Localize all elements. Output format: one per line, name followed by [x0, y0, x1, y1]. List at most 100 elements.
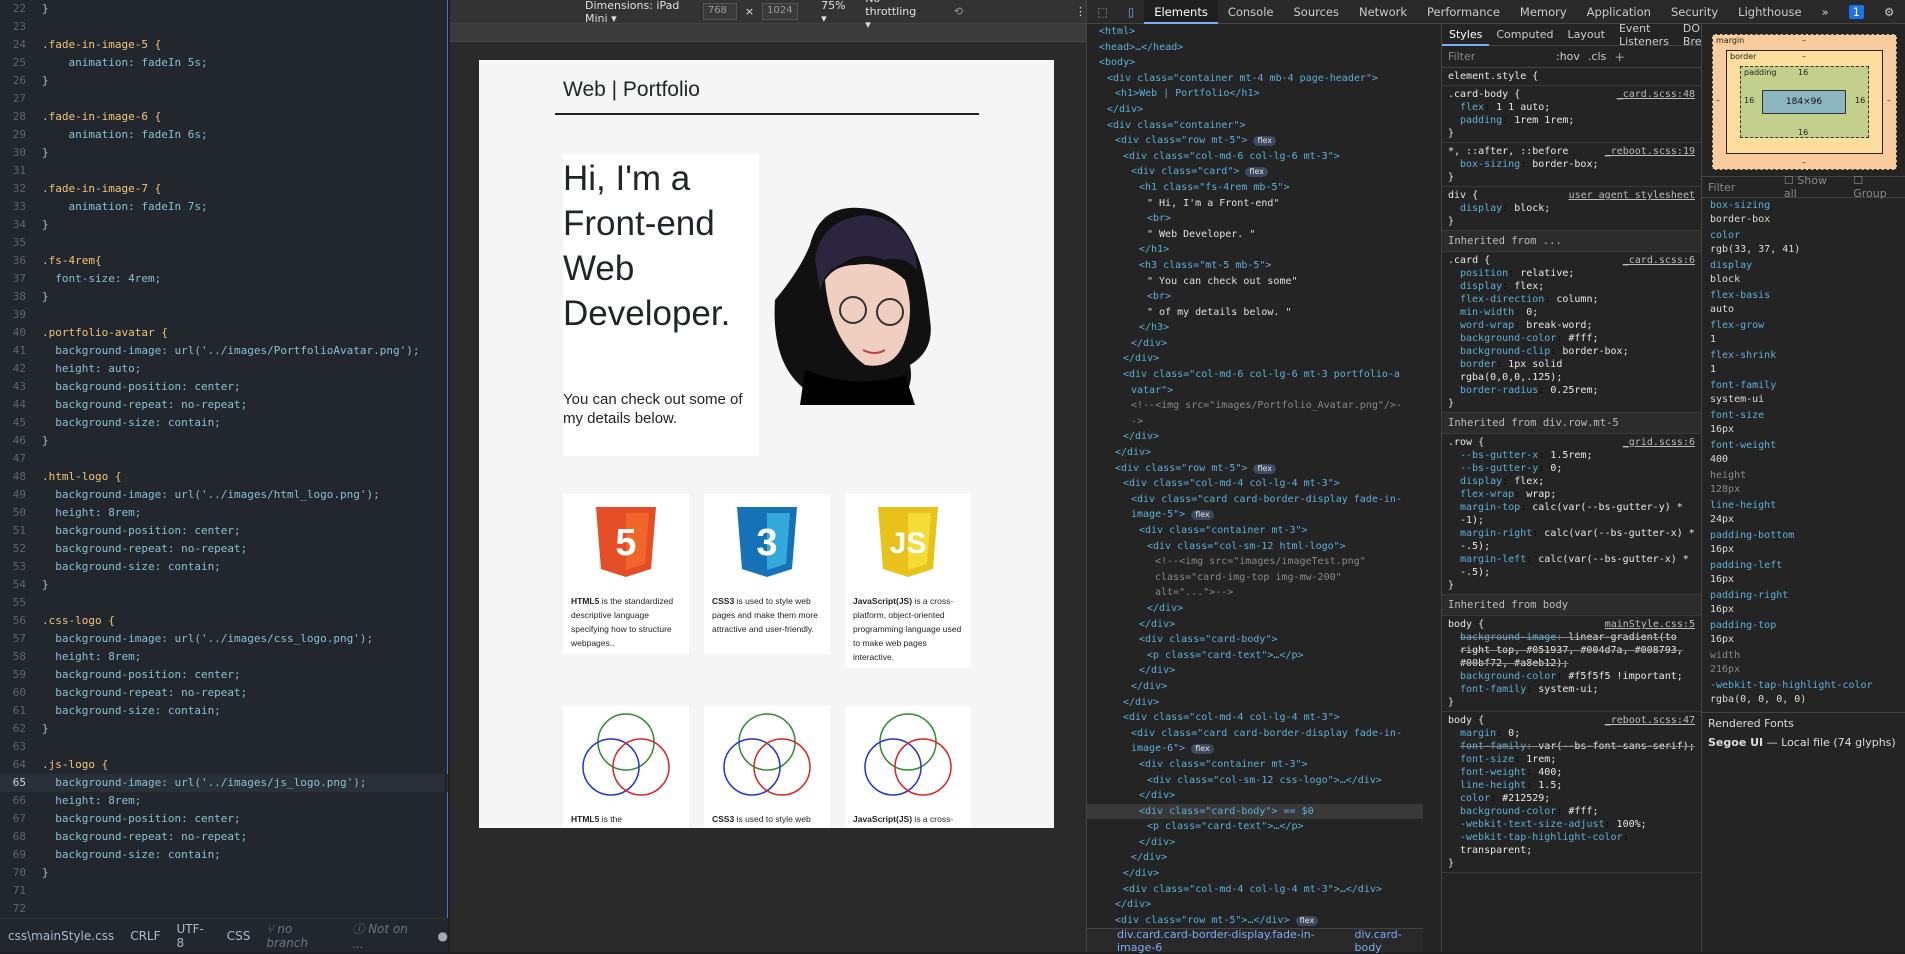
css-declaration[interactable]: background-image: linear-gradient(to rig… [1448, 631, 1695, 670]
code-line[interactable]: 59 background-position: center; [0, 666, 448, 684]
dom-node[interactable]: <div class="container mt-3"> [1087, 523, 1423, 539]
code-line[interactable]: 66 height: 8rem; [0, 792, 448, 810]
code-line[interactable]: 34} [0, 216, 448, 234]
cls-toggle[interactable]: .cls [1588, 50, 1606, 63]
dom-node[interactable]: <div class="col-md-6 col-lg-6 mt-3 portf… [1087, 367, 1423, 383]
dom-node[interactable]: </div> [1087, 601, 1423, 617]
css-declaration[interactable]: -webkit-text-size-adjust: 100%; [1448, 818, 1695, 831]
code-line[interactable]: 48 .html-logo { [0, 468, 448, 486]
css-declaration[interactable]: rgba(0,0,0,.125); [1448, 371, 1695, 384]
code-line[interactable]: 39 [0, 306, 448, 324]
dom-node[interactable]: vatar"> [1087, 383, 1423, 399]
flex-badge[interactable]: flex [1191, 744, 1214, 755]
box-model[interactable]: margin border padding 16 16 16 16 184×96… [1712, 34, 1897, 170]
dom-node[interactable]: <br> [1087, 211, 1423, 227]
rule-source-link[interactable]: _reboot.scss:19 [1605, 145, 1695, 158]
dom-node[interactable]: <div class="container mt-3"> [1087, 757, 1423, 773]
computed-property[interactable]: display block [1702, 258, 1905, 288]
flex-badge[interactable]: flex [1295, 915, 1319, 926]
dom-node[interactable]: <!--<img src="images/Portfolio_Avatar.pn… [1087, 398, 1423, 414]
dom-node[interactable]: </div> [1087, 897, 1423, 913]
dom-node[interactable]: </div> [1087, 788, 1423, 804]
css-rule[interactable]: _reboot.scss:47 body {margin: 0; font-fami… [1442, 712, 1701, 873]
dom-node[interactable]: <div class="container"> [1087, 118, 1423, 134]
code-line[interactable]: 44 background-repeat: no-repeat; [0, 396, 448, 414]
computed-property[interactable]: padding-bottom 16px [1702, 528, 1905, 558]
dom-node[interactable]: </div> [1087, 102, 1423, 118]
throttle-dropdown[interactable]: No throttling ▾ [865, 0, 924, 31]
dom-node[interactable]: <html> [1087, 24, 1423, 40]
code-line[interactable]: 56 .css-logo { [0, 612, 448, 630]
rule-source-link[interactable]: _reboot.scss:47 [1605, 714, 1695, 727]
css-declaration[interactable]: background-color: #fff; [1448, 332, 1695, 345]
code-line[interactable]: 63 [0, 738, 448, 756]
more-options-icon[interactable]: ⋮ [1075, 5, 1086, 18]
dom-node[interactable]: <div class="col-md-4 col-lg-4 mt-3"> [1087, 710, 1423, 726]
styles-subtab-layout[interactable]: Layout [1561, 28, 1612, 41]
code-line[interactable]: 26} [0, 72, 448, 90]
code-line[interactable]: 29 animation: fadeIn 6s; [0, 126, 448, 144]
dom-node[interactable]: </div> [1087, 617, 1423, 633]
css-declaration[interactable]: font-family: var(--bs-font-sans-serif); [1448, 740, 1695, 753]
css-rule[interactable]: user agent stylesheet div {display: block… [1442, 187, 1701, 231]
css-declaration[interactable]: word-wrap: break-word; [1448, 319, 1695, 332]
code-line[interactable]: 32 .fade-in-image-7 { [0, 180, 448, 198]
code-line[interactable]: 62} [0, 720, 448, 738]
styles-subtab-event-listeners[interactable]: Event Listeners [1612, 24, 1676, 48]
dom-node[interactable]: <h1>Web | Portfolio</h1> [1087, 86, 1423, 102]
elements-tree[interactable]: <html> <head>…</head> <body> <div class="co… [1087, 24, 1423, 928]
css-declaration[interactable]: border-radius: 0.25rem; [1448, 384, 1695, 397]
dom-node[interactable]: <h1 class="fs-4rem mb-5"> [1087, 180, 1423, 196]
dom-node[interactable]: image-6"> flex [1087, 741, 1423, 757]
css-declaration[interactable]: position: relative; [1448, 267, 1695, 280]
flex-badge[interactable]: flex [1253, 463, 1277, 474]
width-input[interactable]: 768 [702, 3, 737, 20]
css-declaration[interactable]: font-family: system-ui; [1448, 683, 1695, 696]
dom-node[interactable]: <head>…</head> [1087, 40, 1423, 56]
dom-node[interactable]: <div class="container mt-4 mb-4 page-hea… [1087, 71, 1423, 87]
github-icon[interactable]: ● [438, 929, 448, 943]
dom-node[interactable]: " Web Developer. " [1087, 227, 1423, 243]
dom-node[interactable]: <div class="card"> flex [1087, 164, 1423, 180]
dom-node[interactable]: " Hi, I'm a Front-end" [1087, 196, 1423, 212]
dom-node[interactable]: <div class="card card-border-display fad… [1087, 726, 1423, 742]
css-declaration[interactable]: margin-top: calc(var(--bs-gutter-y) * -1… [1448, 501, 1695, 527]
css-declaration[interactable]: display: block; [1448, 202, 1695, 215]
computed-property[interactable]: padding-right 16px [1702, 588, 1905, 618]
code-line[interactable]: 71 [0, 882, 448, 900]
css-declaration[interactable]: display: flex; [1448, 475, 1695, 488]
code-line[interactable]: 22} [0, 0, 448, 18]
dom-node[interactable]: <div class="col-md-4 col-lg-4 mt-3"> [1087, 476, 1423, 492]
css-declaration[interactable]: font-weight: 400; [1448, 766, 1695, 779]
tab-console[interactable]: Console [1218, 0, 1284, 24]
dom-node[interactable]: <body> [1087, 55, 1423, 71]
css-declaration[interactable]: margin-left: calc(var(--bs-gutter-x) * -… [1448, 553, 1695, 579]
computed-property[interactable]: -webkit-tap-highlight-color rgba(0, 0, 0,… [1702, 678, 1905, 708]
css-rule[interactable]: element.style { [1442, 68, 1701, 86]
css-declaration[interactable]: background-clip: border-box; [1448, 345, 1695, 358]
status-branch[interactable]: ⑂ no branch [266, 922, 336, 950]
flex-badge[interactable]: flex [1253, 136, 1277, 147]
code-line[interactable]: 28 .fade-in-image-6 { [0, 108, 448, 126]
tab-performance[interactable]: Performance [1417, 0, 1510, 24]
rule-source-link[interactable]: _grid.scss:6 [1623, 436, 1695, 449]
code-line[interactable]: 70} [0, 864, 448, 882]
new-rule-icon[interactable]: ＋ [1614, 49, 1625, 65]
code-line[interactable]: 33 animation: fadeIn 7s; [0, 198, 448, 216]
code-line[interactable]: 35 [0, 234, 448, 252]
dom-node[interactable]: </div> [1087, 679, 1423, 695]
rule-source-link[interactable]: _card.scss:6 [1623, 254, 1695, 267]
code-line[interactable]: 45 background-size: contain; [0, 414, 448, 432]
css-declaration[interactable]: display: flex; [1448, 280, 1695, 293]
code-line[interactable]: 60 background-repeat: no-repeat; [0, 684, 448, 702]
css-rule[interactable]: _reboot.scss:19 *, ::after, ::before box-s… [1442, 143, 1701, 187]
dom-node[interactable]: </div> [1087, 850, 1423, 866]
css-declaration[interactable]: --bs-gutter-y: 0; [1448, 462, 1695, 475]
code-line[interactable]: 36 .fs-4rem{ [0, 252, 448, 270]
dom-node[interactable]: <div class="card-body"> [1087, 632, 1423, 648]
code-line[interactable]: 23 [0, 18, 448, 36]
settings-gear-icon[interactable]: ⚙ [1874, 0, 1904, 24]
dom-node[interactable]: </div> [1087, 445, 1423, 461]
dom-node[interactable]: </div> [1087, 336, 1423, 352]
dom-node[interactable]: <p class="card-text">…</p> [1087, 648, 1423, 664]
